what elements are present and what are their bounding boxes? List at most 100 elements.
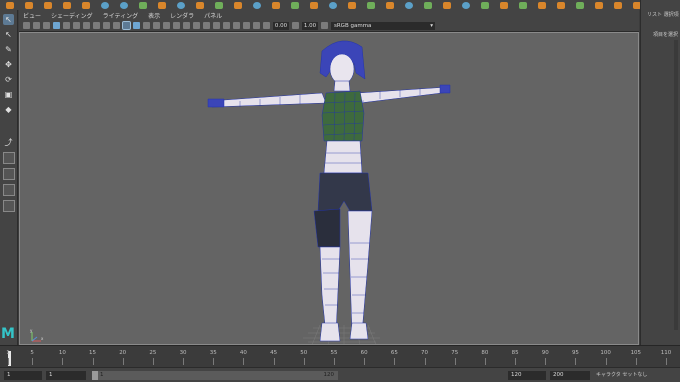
shelf-tool-icon[interactable] bbox=[253, 1, 261, 9]
anti-aliasing-icon[interactable] bbox=[203, 22, 210, 29]
lasso-tool-icon[interactable]: ↖ bbox=[3, 29, 14, 40]
shelf-tool-icon[interactable] bbox=[576, 1, 584, 9]
menu-view[interactable]: ビュー bbox=[23, 11, 41, 20]
character-set-label[interactable]: キャラクタ セットなし bbox=[596, 371, 647, 380]
shelf-tool-icon[interactable] bbox=[6, 1, 14, 9]
shelf-tool-icon[interactable] bbox=[234, 1, 242, 9]
menu-lighting[interactable]: ライティング bbox=[103, 11, 139, 20]
gamma-field[interactable]: 1.00 bbox=[302, 21, 318, 30]
timeline-tick-label: 100 bbox=[600, 350, 611, 356]
shelf-tool-icon[interactable] bbox=[196, 1, 204, 9]
shadows-icon[interactable] bbox=[173, 22, 180, 29]
shelf-tool-icon[interactable] bbox=[386, 1, 394, 9]
current-frame-field[interactable]: 1 bbox=[46, 371, 86, 380]
shelf-tool-icon[interactable] bbox=[101, 1, 109, 9]
field-chart-icon[interactable] bbox=[93, 22, 100, 29]
shelf-tool-icon[interactable] bbox=[538, 1, 546, 9]
outliner-layout-icon[interactable] bbox=[2, 200, 15, 212]
shelf-tool-icon[interactable] bbox=[120, 1, 128, 9]
axis-y-label: y bbox=[30, 329, 33, 333]
shelf-tool-icon[interactable] bbox=[215, 1, 223, 9]
shelf-tool-icon[interactable] bbox=[63, 1, 71, 9]
timeline-tick bbox=[122, 358, 124, 365]
shelf-tool-icon[interactable] bbox=[139, 1, 147, 9]
select-tool-icon[interactable]: ↖ bbox=[3, 14, 14, 25]
shelf-tool-icon[interactable] bbox=[291, 1, 299, 9]
range-slider-start-handle[interactable] bbox=[92, 371, 98, 380]
animation-end-field[interactable]: 200 bbox=[550, 371, 590, 380]
exposure-field[interactable]: 0.00 bbox=[273, 21, 289, 30]
range-end-field[interactable]: 120 bbox=[508, 371, 546, 380]
menu-show[interactable]: 表示 bbox=[148, 11, 160, 20]
menu-panels[interactable]: パネル bbox=[204, 11, 222, 20]
shelf-tool-icon[interactable] bbox=[500, 1, 508, 9]
range-slider[interactable]: 1 120 bbox=[92, 371, 338, 380]
textured-icon[interactable] bbox=[153, 22, 160, 29]
shelf-tool-icon[interactable] bbox=[329, 1, 337, 9]
four-view-layout-icon[interactable] bbox=[2, 168, 15, 180]
move-tool-icon[interactable]: ✥ bbox=[3, 59, 14, 70]
color-space-dropdown[interactable]: sRGB gamma ▾ bbox=[331, 21, 435, 30]
shelf-tool-icon[interactable] bbox=[405, 1, 413, 9]
side-by-side-layout-icon[interactable] bbox=[2, 184, 15, 196]
shelf-tool-icon[interactable] bbox=[348, 1, 356, 9]
wireframe-icon[interactable] bbox=[122, 21, 131, 30]
xray-components-icon[interactable] bbox=[253, 22, 260, 29]
shelf-tool-icon[interactable] bbox=[443, 1, 451, 9]
shelf-tool-icon[interactable] bbox=[272, 1, 280, 9]
snap-icon[interactable]: ⤴ bbox=[3, 137, 14, 148]
shelf-tool-icon[interactable] bbox=[177, 1, 185, 9]
scale-tool-icon[interactable]: ▣ bbox=[3, 89, 14, 100]
shelf-tool-icon[interactable] bbox=[595, 1, 603, 9]
smooth-shade-icon[interactable] bbox=[133, 22, 140, 29]
menu-shading[interactable]: シェーディング bbox=[51, 11, 93, 20]
right-panel-scrollbar[interactable] bbox=[674, 40, 678, 330]
shelf-tool-icon[interactable] bbox=[367, 1, 375, 9]
shelf-tool-icon[interactable] bbox=[25, 1, 33, 9]
shelf-tool-icon[interactable] bbox=[462, 1, 470, 9]
single-view-layout-icon[interactable] bbox=[2, 152, 15, 164]
shelf-tool-icon[interactable] bbox=[424, 1, 432, 9]
panel-toolbar: 0.00 1.00 sRGB gamma ▾ bbox=[19, 20, 639, 32]
view-transform-icon[interactable] bbox=[321, 22, 328, 29]
paint-select-tool-icon[interactable]: ✎ bbox=[3, 44, 14, 55]
shelf-tool-icon[interactable] bbox=[519, 1, 527, 9]
camera-attributes-icon[interactable] bbox=[23, 22, 30, 29]
timeline-tick bbox=[213, 358, 215, 365]
shelf-tool-icon[interactable] bbox=[158, 1, 166, 9]
motion-blur-icon[interactable] bbox=[193, 22, 200, 29]
shelf-tool-icon[interactable] bbox=[310, 1, 318, 9]
rotate-tool-icon[interactable]: ⟳ bbox=[3, 74, 14, 85]
wireframe-on-shaded-icon[interactable] bbox=[143, 22, 150, 29]
exposure-icon[interactable] bbox=[263, 22, 270, 29]
resolution-gate-icon[interactable] bbox=[73, 22, 80, 29]
ambient-occlusion-icon[interactable] bbox=[183, 22, 190, 29]
shelf-tool-icon[interactable] bbox=[82, 1, 90, 9]
film-gate-icon[interactable] bbox=[63, 22, 70, 29]
lights-icon[interactable] bbox=[163, 22, 170, 29]
timeline-ruler[interactable]: 1 5 10 15 20 25 30 35 40 45 50 55 60 65 70 75 80 85 90 95 10… bbox=[6, 349, 671, 366]
gamma-icon[interactable] bbox=[292, 22, 299, 29]
safe-title-icon[interactable] bbox=[113, 22, 120, 29]
right-panel-tabs[interactable]: リスト 選択項 bbox=[647, 11, 679, 18]
timeline-tick-label: 10 bbox=[58, 350, 66, 356]
grid-icon[interactable] bbox=[53, 22, 60, 29]
image-plane-icon[interactable] bbox=[43, 22, 50, 29]
shelf-tool-icon[interactable] bbox=[614, 1, 622, 9]
range-start-field[interactable]: 1 bbox=[4, 371, 42, 380]
isolate-select-icon[interactable] bbox=[223, 22, 230, 29]
menu-renderer[interactable]: レンダラ bbox=[170, 11, 194, 20]
ground-grid bbox=[303, 324, 380, 344]
xray-icon[interactable] bbox=[233, 22, 240, 29]
3d-viewport[interactable]: persp y x bbox=[19, 32, 639, 345]
safe-action-icon[interactable] bbox=[103, 22, 110, 29]
shelf-tool-icon[interactable] bbox=[44, 1, 52, 9]
bookmark-icon[interactable] bbox=[33, 22, 40, 29]
gate-mask-icon[interactable] bbox=[83, 22, 90, 29]
time-slider[interactable]: 1 5 10 15 20 25 30 35 40 45 50 55 60 65 70 75 80 85 90 95 10… bbox=[0, 345, 680, 367]
depth-of-field-icon[interactable] bbox=[213, 22, 220, 29]
last-tool-icon[interactable]: ◆ bbox=[3, 104, 14, 115]
xray-joints-icon[interactable] bbox=[243, 22, 250, 29]
shelf-tool-icon[interactable] bbox=[481, 1, 489, 9]
shelf-tool-icon[interactable] bbox=[557, 1, 565, 9]
